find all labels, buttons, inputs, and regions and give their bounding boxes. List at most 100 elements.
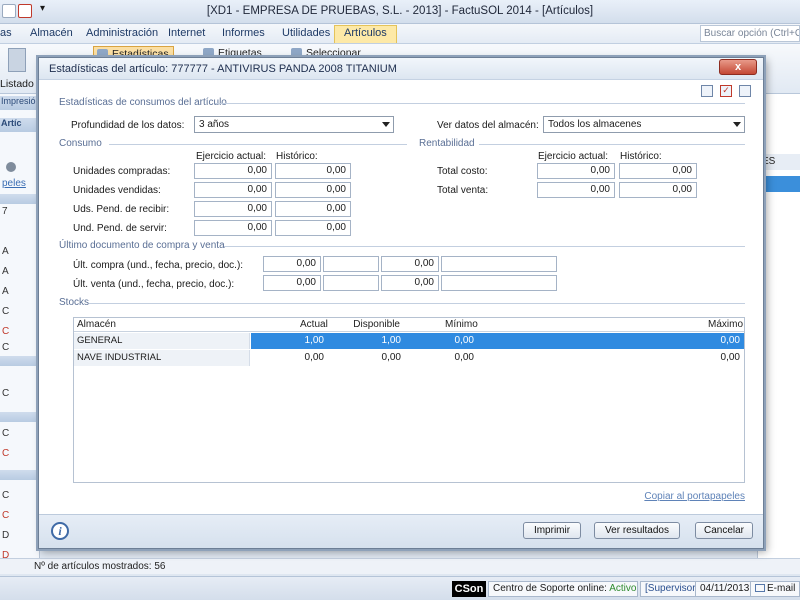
total-costo-current-field[interactable]: 0,00 — [537, 163, 615, 179]
list-item[interactable]: C — [2, 490, 9, 501]
list-item[interactable]: C — [2, 326, 9, 337]
stocks-title: Stocks — [59, 297, 90, 308]
disponible-cell: 0,00 — [381, 352, 401, 363]
rentabilidad-col-hist: Histórico: — [620, 151, 662, 162]
side-link[interactable]: peles — [2, 178, 26, 189]
divider — [89, 303, 745, 304]
menu-internet[interactable]: Internet — [168, 27, 205, 39]
list-item[interactable]: D — [2, 530, 9, 541]
ult-compra-precio-field[interactable]: 0,00 — [381, 256, 439, 272]
list-item[interactable]: C — [2, 428, 9, 439]
app-titlebar: ▾ [XD1 - EMPRESA DE PRUEBAS, S.L. - 2013… — [0, 0, 800, 24]
dialog-footer: i Imprimir Ver resultados Cancelar — [39, 514, 763, 548]
store-select[interactable]: Todos los almacenes — [543, 116, 745, 133]
mail-icon — [755, 584, 765, 593]
menu-utilidades[interactable]: Utilidades — [282, 27, 330, 39]
depth-value: 3 años — [199, 119, 230, 130]
ult-compra-fecha-field[interactable] — [323, 256, 379, 272]
list-item[interactable]: C — [2, 342, 9, 353]
col-almacen[interactable]: Almacén — [77, 319, 116, 330]
ult-compra-und-field[interactable]: 0,00 — [263, 256, 321, 272]
printer-icon[interactable] — [8, 48, 26, 72]
support-label: Centro de Soporte online: — [493, 583, 607, 594]
maximo-cell: 0,00 — [720, 335, 740, 346]
col-disponible[interactable]: Disponible — [328, 319, 400, 330]
support-status[interactable]: Centro de Soporte online: Activo — [488, 581, 638, 597]
consumo-col-hist: Histórico: — [276, 151, 318, 162]
divider — [109, 144, 407, 145]
close-button[interactable]: x — [719, 59, 757, 75]
menu-informes[interactable]: Informes — [222, 27, 265, 39]
ult-venta-precio-field[interactable]: 0,00 — [381, 275, 439, 291]
almacen-cell: GENERAL — [74, 333, 250, 349]
total-venta-current-field[interactable]: 0,00 — [537, 182, 615, 198]
dialog-title: Estadísticas del artículo: 777777 - ANTI… — [49, 63, 397, 75]
menu-item[interactable]: as — [0, 27, 12, 39]
list-item[interactable]: A — [2, 286, 9, 297]
listado-button[interactable]: Listado — [0, 78, 34, 90]
ult-venta-doc-field[interactable] — [441, 275, 557, 291]
table-row[interactable]: GENERAL 1,00 1,00 0,00 0,00 — [74, 333, 744, 349]
column-header[interactable]: ES — [758, 154, 800, 170]
side-group-bar — [0, 356, 40, 366]
depth-label: Profundidad de los datos: — [71, 120, 185, 131]
list-item[interactable]: C — [2, 448, 9, 459]
info-icon[interactable]: i — [51, 522, 69, 540]
user-status[interactable]: [Supervisor] — [640, 581, 704, 597]
pend-servir-current-field[interactable]: 0,00 — [194, 220, 272, 236]
depth-select[interactable]: 3 años — [194, 116, 394, 133]
pend-recibir-current-field[interactable]: 0,00 — [194, 201, 272, 217]
search-input[interactable]: Buscar opción (Ctrl+O) — [700, 25, 800, 42]
store-value: Todos los almacenes — [548, 119, 642, 130]
gear-icon[interactable] — [6, 162, 16, 172]
pend-servir-hist-field[interactable]: 0,00 — [275, 220, 351, 236]
selected-row[interactable] — [758, 176, 800, 192]
print-button[interactable]: Imprimir — [523, 522, 581, 539]
col-maximo[interactable]: Máximo — [708, 319, 743, 330]
view-results-button[interactable]: Ver resultados — [594, 522, 680, 539]
ult-venta-und-field[interactable]: 0,00 — [263, 275, 321, 291]
cson-logo: CSon — [452, 581, 486, 597]
email-button[interactable]: E-mail — [750, 581, 800, 597]
stocks-table[interactable]: Almacén Actual Disponible Mínimo Máximo … — [73, 317, 745, 483]
ult-compra-doc-field[interactable] — [441, 256, 557, 272]
vendidas-hist-field[interactable]: 0,00 — [275, 182, 351, 198]
col-minimo[interactable]: Mínimo — [445, 319, 478, 330]
compradas-hist-field[interactable]: 0,00 — [275, 163, 351, 179]
pend-recibir-hist-field[interactable]: 0,00 — [275, 201, 351, 217]
consumo-title: Consumo — [59, 138, 102, 149]
list-item[interactable]: C — [2, 510, 9, 521]
col-actual[interactable]: Actual — [300, 319, 328, 330]
total-venta-hist-field[interactable]: 0,00 — [619, 182, 697, 198]
list-item[interactable]: 7 — [2, 206, 8, 217]
table-icon[interactable] — [739, 85, 751, 97]
vendidas-current-field[interactable]: 0,00 — [194, 182, 272, 198]
side-panel: Impresión Artíc peles 7 A A A C C C C C … — [0, 94, 40, 574]
menu-articulos[interactable]: Artículos — [334, 25, 397, 43]
disponible-cell: 1,00 — [381, 335, 401, 346]
maximo-cell: 0,00 — [720, 352, 740, 363]
total-costo-label: Total costo: — [437, 166, 488, 177]
copy-clipboard-link[interactable]: Copiar al portapapeles — [644, 491, 745, 502]
menu-administracion[interactable]: Administración — [86, 27, 158, 39]
table-row[interactable]: NAVE INDUSTRIAL 0,00 0,00 0,00 0,00 — [74, 350, 744, 366]
divider — [224, 246, 745, 247]
list-item[interactable]: C — [2, 306, 9, 317]
list-item[interactable]: A — [2, 246, 9, 257]
ult-venta-fecha-field[interactable] — [323, 275, 379, 291]
compradas-current-field[interactable]: 0,00 — [194, 163, 272, 179]
total-venta-label: Total venta: — [437, 185, 489, 196]
section-main-title: Estadísticas de consumos del artículo — [59, 97, 227, 108]
checklist-icon[interactable]: ✓ — [720, 85, 732, 97]
articulos-panel-header: Artíc — [0, 118, 40, 132]
calendar-icon[interactable] — [701, 85, 713, 97]
menu-almacen[interactable]: Almacén — [30, 27, 73, 39]
total-costo-hist-field[interactable]: 0,00 — [619, 163, 697, 179]
divider — [479, 144, 745, 145]
side-group-bar — [0, 412, 40, 422]
almacen-cell: NAVE INDUSTRIAL — [74, 350, 250, 366]
statistics-dialog: Estadísticas del artículo: 777777 - ANTI… — [38, 57, 764, 549]
list-item[interactable]: A — [2, 266, 9, 277]
list-item[interactable]: C — [2, 388, 9, 399]
cancel-button[interactable]: Cancelar — [695, 522, 753, 539]
